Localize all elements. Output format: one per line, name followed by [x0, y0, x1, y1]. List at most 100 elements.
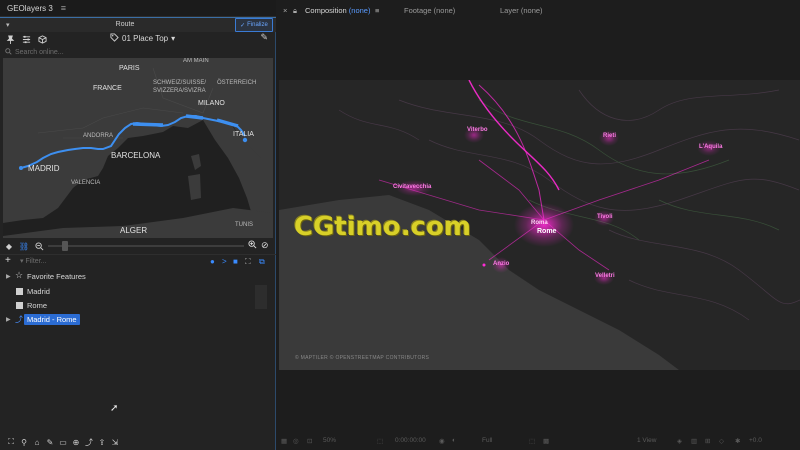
tree-item-label: Rome	[27, 301, 48, 310]
layers-icon[interactable]: ⧉	[259, 257, 265, 267]
visibility-toggle[interactable]	[255, 297, 267, 309]
pin-icon[interactable]	[4, 33, 16, 45]
tab-composition[interactable]: Composition (none)	[305, 6, 370, 15]
tab-label: Footage	[404, 6, 432, 15]
map-label-schweiz: SCHWEIZ/SUISSE/	[153, 80, 207, 86]
tab-label: Layer	[500, 6, 519, 15]
map-label-tunis: TUNIS	[235, 222, 253, 228]
star-icon: ☆	[15, 270, 24, 280]
crop-icon[interactable]: ⬚	[377, 437, 383, 445]
city-label-anzio: Anzio	[493, 261, 510, 267]
tree-item-favorites[interactable]: ▶ ☆ Favorite Features	[0, 270, 276, 283]
map-label-am-main: AM MAIN	[183, 58, 209, 64]
lock-icon[interactable]: 🔒︎	[293, 6, 297, 16]
route-icon[interactable]: ⤴	[84, 437, 94, 448]
mouse-cursor-icon: ➚	[110, 403, 119, 414]
tree-item-label: Madrid	[27, 287, 50, 296]
finalize-button[interactable]: ✓ Finalize	[235, 18, 273, 32]
fit-icon[interactable]: ⛶	[245, 257, 251, 267]
square-icon[interactable]: ■	[233, 257, 238, 266]
exposure-value[interactable]: +0.0	[749, 437, 762, 444]
viewer-tabs: × 🔒︎ Composition (none) ≡ Footage (none)…	[277, 3, 800, 19]
zoom-slider-handle[interactable]	[62, 241, 68, 251]
tab-value: (none)	[348, 6, 371, 15]
map-label-milano: MILANO	[198, 100, 225, 107]
search-icon	[5, 47, 12, 57]
finalize-label: Finalize	[247, 22, 268, 28]
export-icon[interactable]: ⇪	[97, 438, 107, 447]
render-icon[interactable]: ⊡	[307, 437, 312, 445]
tree-item-rome[interactable]: Rome	[0, 297, 276, 312]
expand-arrow-icon[interactable]: ▶	[6, 273, 11, 280]
map-copyright: © MAPTILER © OPENSTREETMAP CONTRIBUTORS	[295, 355, 430, 361]
route-title: Route	[115, 21, 135, 28]
tree-item-label: Favorite Features	[27, 272, 86, 281]
pin-icon[interactable]: ⚲	[19, 438, 29, 447]
camera-icon[interactable]: ◉	[439, 437, 445, 445]
snap-icon[interactable]: ⊞	[705, 437, 710, 445]
tab-footage[interactable]: Footage (none)	[404, 6, 455, 15]
tag-icon	[110, 33, 119, 44]
search-bar[interactable]: Search online...	[0, 46, 276, 58]
exposure-icon[interactable]: ✱	[735, 437, 740, 445]
zoom-icon[interactable]: ⊕	[71, 438, 81, 447]
watermark-text: CGtimo.com	[294, 212, 471, 242]
main-toolbar: 01 Place Top ▾ ✎	[0, 32, 276, 46]
no-entry-icon[interactable]: ⊘	[261, 240, 269, 251]
link-icon[interactable]: ⛓	[18, 240, 30, 252]
zoom-level[interactable]: 50%	[323, 437, 336, 444]
view-count[interactable]: 1 View	[637, 437, 656, 444]
grid-icon[interactable]: ▦	[281, 437, 287, 445]
zoom-out-icon[interactable]	[33, 240, 45, 252]
zoom-slider[interactable]	[48, 245, 244, 247]
mask-icon[interactable]: ◎	[293, 437, 299, 445]
check-icon: ✓	[240, 22, 246, 29]
map-label-paris: PARIS	[119, 65, 140, 72]
map-label-osterreich: ÖSTERREICH	[217, 80, 257, 86]
visibility-toggle[interactable]	[255, 285, 267, 297]
hamburger-icon[interactable]: ≡	[61, 3, 66, 13]
tree-item-madrid[interactable]: Madrid	[0, 285, 276, 298]
place-selector[interactable]: 01 Place Top ▾	[110, 33, 175, 44]
filter-input[interactable]: ▾ Filter...	[20, 257, 46, 265]
city-label-rome: Rome	[537, 228, 557, 235]
city-label-civitavecchia: Civitavecchia	[393, 184, 432, 190]
add-icon[interactable]: +	[5, 255, 11, 266]
filter-icon: ▾	[20, 258, 24, 265]
tag-icon[interactable]: ⌂	[32, 438, 42, 447]
map-label-valencia: VALENCIA	[71, 180, 101, 186]
mini-map[interactable]: AM MAIN PARIS FRANCE SCHWEIZ/SUISSE/ SVI…	[3, 58, 273, 238]
layout-icon[interactable]: ▥	[691, 437, 697, 445]
sliders-icon[interactable]	[20, 33, 32, 45]
folder-icon[interactable]: ▭	[58, 438, 68, 447]
tab-layer[interactable]: Layer (none)	[500, 6, 543, 15]
search-input[interactable]: Search online...	[15, 49, 64, 56]
resolution[interactable]: Full	[482, 437, 492, 444]
line-tool-icon[interactable]: >	[222, 257, 227, 266]
import-icon[interactable]: ⇲	[110, 438, 120, 447]
pen-icon[interactable]: ✎	[45, 438, 55, 447]
edit-pin-icon[interactable]: ✎	[260, 32, 268, 43]
close-icon[interactable]: ×	[283, 6, 287, 15]
map-label-andorra: ANDORRA	[83, 133, 114, 139]
transparency-icon[interactable]: ▩	[543, 437, 549, 445]
cube-icon[interactable]	[36, 33, 48, 45]
timecode[interactable]: 0:00:00:00	[395, 437, 426, 444]
city-label-rieti: Rieti	[603, 133, 617, 139]
region-icon[interactable]: ⬚	[529, 437, 535, 445]
tab-menu-icon[interactable]: ≡	[375, 6, 379, 15]
frame-icon[interactable]: ⛶	[6, 437, 16, 447]
point-icon[interactable]: ●	[210, 257, 215, 266]
expand-arrow-icon[interactable]: ▶	[6, 316, 11, 323]
map-controls: ◆ ⛓ ⊘	[0, 239, 276, 253]
zoom-in-icon[interactable]	[248, 240, 257, 251]
panel-title: GEOlayers 3	[7, 3, 53, 13]
map-label-madrid: MADRID	[28, 164, 60, 173]
fast-preview-icon[interactable]: ◈	[677, 437, 682, 445]
bottom-toolbar: ⛶ ⚲ ⌂ ✎ ▭ ⊕ ⤴ ⇪ ⇲	[0, 436, 276, 448]
composition-viewer[interactable]: Viterbo Rieti L'Aquila Civitavecchia Tiv…	[279, 80, 800, 370]
tree-item-madrid-rome[interactable]: ▶ ⤴ Madrid - Rome	[0, 313, 276, 326]
channel-icon[interactable]: ◐	[452, 437, 456, 444]
draft-icon[interactable]: ◇	[719, 437, 724, 445]
diamond-icon[interactable]: ◆	[3, 240, 15, 252]
